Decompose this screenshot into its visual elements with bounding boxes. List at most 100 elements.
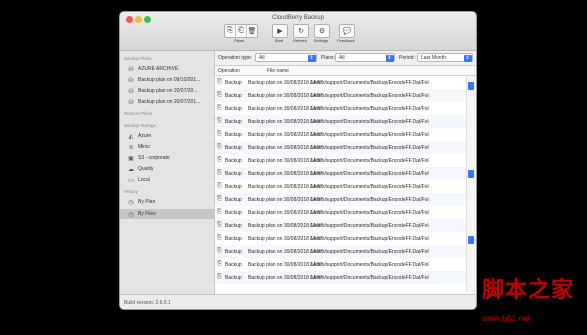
file-path-cell: /Users/support/Documents/Backup/EncodeFF… [310,93,429,99]
filter-bar: Operation type: All ⇕ Plans: All ⇕ Perio… [215,51,476,66]
file-path-cell: /Users/support/Documents/Backup/EncodeFF… [310,236,429,242]
operation-cell: Backup [225,80,242,86]
vertical-scrollbar[interactable] [466,76,476,292]
cloud-icon: ☁ [128,166,134,173]
table-row[interactable]: ⎘ Backup Backup plan on 30/08/2018 14:57/U… [215,245,467,258]
sidebar-item-storage-local[interactable]: ▭ Local [120,175,214,185]
plans-filter-select[interactable]: All ⇕ [335,53,395,62]
column-header-operation[interactable]: Operation [218,68,240,74]
history-header: History [124,189,139,194]
chevron-updown-icon: ⇕ [385,54,394,62]
file-path-cell: /Users/support/Documents/Backup/EncodeFF… [310,262,429,268]
file-copy-icon: ⎘ [217,235,222,241]
file-copy-icon: ⎘ [217,105,222,111]
file-path-cell: /Users/support/Documents/Backup/EncodeFF… [310,197,429,203]
operation-type-select[interactable]: All ⇕ [255,53,317,62]
sidebar-item-backup-plan[interactable]: ⛁ Backup plan on 09/10/201... [120,75,214,85]
operation-cell: Backup [225,249,242,255]
sidebar-item-storage-azure[interactable]: ◭ Azure [120,131,214,141]
feedback-label: Feedback [337,38,355,43]
disk-icon: ▭ [128,177,134,184]
operation-cell: Backup [225,223,242,229]
sidebar-item-history-by-files[interactable]: ◷ By Files [120,209,214,219]
period-select[interactable]: Last Month ⇕ [417,53,473,62]
file-copy-icon: ⎘ [217,170,222,176]
scroll-indicator[interactable] [468,82,474,90]
file-path-cell: /Users/support/Documents/Backup/EncodeFF… [310,80,429,86]
table-row[interactable]: ⎘ Backup Backup plan on 30/08/2018 14:57/U… [215,102,467,115]
history-icon: ◷ [128,199,134,206]
sidebar-item-backup-plan[interactable]: ⛁ Backup plan on 20/07/201... [120,97,214,107]
table-row[interactable]: ⎘ Backup Backup plan on 30/08/2018 14:57/U… [215,271,467,284]
file-path-cell: /Users/support/Documents/Backup/EncodeFF… [310,275,429,281]
new-backup-plan-button[interactable]: ⎘ [225,25,236,37]
table-header: Operation File name [215,66,476,76]
operation-cell: Backup [225,132,242,138]
file-path-cell: /Users/support/Documents/Backup/EncodeFF… [310,158,429,164]
azure-icon: ◭ [128,133,134,140]
table-row[interactable]: ⎘ Backup Backup plan on 30/08/2018 14:57/U… [215,232,467,245]
table-row[interactable]: ⎘ Backup Backup plan on 30/08/2018 14:57/U… [215,206,467,219]
sidebar-item-storage-minio[interactable]: ≋ Minio [120,142,214,152]
operation-cell: Backup [225,158,242,164]
table-row[interactable]: ⎘ Backup Backup plan on 30/08/2018 14:57/U… [215,128,467,141]
title-bar: CloudBerry Backup ⎘ ⎗ 🗑 Plans ▶ Start ↻ … [120,12,476,51]
file-copy-icon: ⎘ [217,131,222,137]
scroll-indicator[interactable] [468,170,474,178]
app-window: CloudBerry Backup ⎘ ⎗ 🗑 Plans ▶ Start ↻ … [120,12,476,309]
backup-plan-icon: ⛁ [128,88,134,95]
sidebar-item-backup-plan[interactable]: ⛁ AZURE ARCHIVE [120,64,214,74]
table-row[interactable]: ⎘ Backup Backup plan on 30/08/2018 14:57/U… [215,76,467,89]
gear-icon: ⚙ [318,28,326,35]
backup-plan-icon: ⛁ [128,99,134,106]
backup-plan-icon: ⛁ [128,66,134,73]
column-header-file-name[interactable]: File name [267,68,289,74]
start-button[interactable]: ▶ [272,24,288,38]
file-copy-icon: ⎘ [217,261,222,267]
operation-type-label: Operation type: [218,55,253,61]
delete-plan-button[interactable]: 🗑 [247,25,257,37]
document-stack-icon: ⎗ [238,27,244,34]
refresh-button[interactable]: ↻ [293,24,309,38]
sidebar-item-storage-s3[interactable]: ▣ S3 - corporate [120,153,214,163]
feedback-button[interactable]: 💬 [339,24,355,38]
file-path-cell: /Users/support/Documents/Backup/EncodeFF… [310,171,429,177]
sidebar-item-history-by-plan[interactable]: ◷ By Plan [120,197,214,207]
chevron-updown-icon: ⇕ [307,54,316,62]
sidebar-item-backup-plan[interactable]: ⛁ Backup plan on 20/07/20... [120,86,214,96]
operation-cell: Backup [225,106,242,112]
operation-cell: Backup [225,184,242,190]
operation-cell: Backup [225,93,242,99]
operation-cell: Backup [225,197,242,203]
sidebar-item-storage-quality[interactable]: ☁ Quality [120,164,214,174]
file-copy-icon: ⎘ [217,183,222,189]
file-copy-icon: ⎘ [217,209,222,215]
settings-button[interactable]: ⚙ [314,24,330,38]
table-row[interactable]: ⎘ Backup Backup plan on 30/08/2018 14:57/U… [215,167,467,180]
table-row[interactable]: ⎘ Backup Backup plan on 30/08/2018 14:57/U… [215,115,467,128]
watermark-url: www.jb51.net [482,314,530,323]
plans-button-group: ⎘ ⎗ 🗑 [224,24,258,38]
document-stack-icon: ⎘ [227,27,233,34]
file-copy-icon: ⎘ [217,157,222,163]
restore-plans-header: Restore Plans [124,111,153,116]
table-row[interactable]: ⎘ Backup Backup plan on 30/08/2018 14:57/U… [215,258,467,271]
table-row[interactable]: ⎘ Backup Backup plan on 30/08/2018 14:57/U… [215,180,467,193]
file-copy-icon: ⎘ [217,274,222,280]
table-row[interactable]: ⎘ Backup Backup plan on 30/08/2018 14:57/U… [215,141,467,154]
build-version: Build version: 2.6.0.1 [124,300,171,306]
scroll-indicator[interactable] [468,236,474,244]
period-label: Period: [399,55,415,61]
refresh-icon: ↻ [298,28,304,35]
table-row[interactable]: ⎘ Backup Backup plan on 30/08/2018 14:57/U… [215,219,467,232]
table-row[interactable]: ⎘ Backup Backup plan on 30/08/2018 14:57/U… [215,89,467,102]
operation-cell: Backup [225,171,242,177]
file-copy-icon: ⎘ [217,92,222,98]
table-row[interactable]: ⎘ Backup Backup plan on 30/08/2018 14:57/U… [215,193,467,206]
file-path-cell: /Users/support/Documents/Backup/EncodeFF… [310,210,429,216]
chat-bubble-icon: 💬 [342,28,352,35]
s3-icon: ▣ [128,155,134,162]
new-restore-plan-button[interactable]: ⎗ [236,25,247,37]
file-path-cell: /Users/support/Documents/Backup/EncodeFF… [310,106,429,112]
table-row[interactable]: ⎘ Backup Backup plan on 30/08/2018 14:57/U… [215,154,467,167]
